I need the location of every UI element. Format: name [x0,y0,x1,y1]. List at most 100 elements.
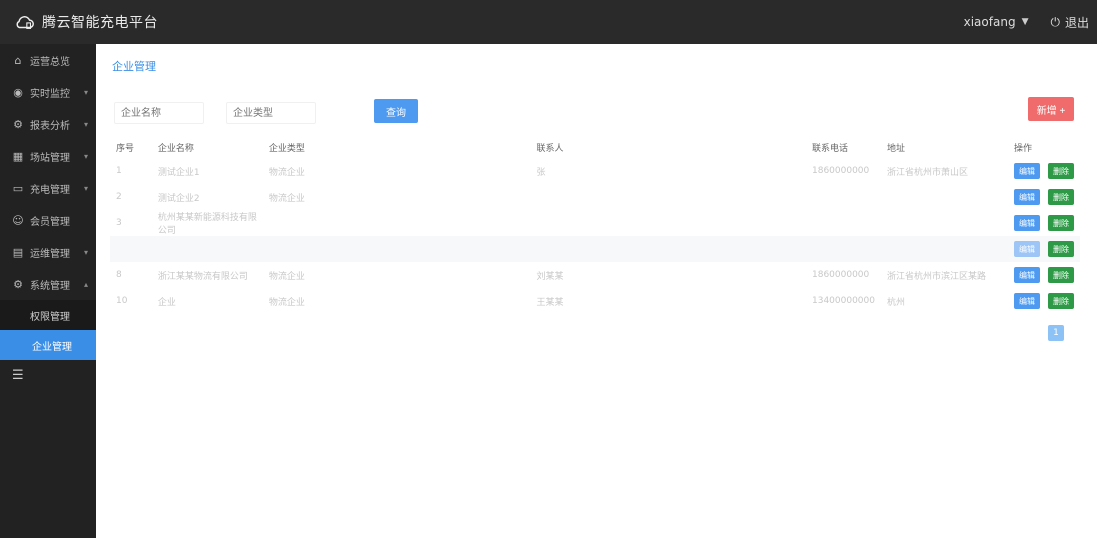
tools-icon: ▤ [12,245,24,259]
cell-no: 10 [116,296,128,306]
cell-ops: 编辑 删除 [1008,210,1080,236]
table-header-row: 序号 企业名称 企业类型 联系人 联系电话 地址 操作 [110,136,1080,158]
cell-ops: 编辑 删除 [1008,288,1080,314]
app-title: 腾云智能充电平台 [42,15,158,31]
cell-type: 物流企业 [268,193,305,204]
cell-type: 物流企业 [268,271,305,282]
edit-button[interactable]: 编辑 [1013,241,1040,257]
enterprise-table: 序号 企业名称 企业类型 联系人 联系电话 地址 操作 1 测试企业1 物流企业… [110,136,1080,314]
table-row: 1 测试企业1 物流企业 张 1860000000 浙江省杭州市萧山区 编辑 删… [110,158,1080,184]
sidebar-item-overview[interactable]: ⌂ 运营总览 [0,44,96,76]
sidebar-item-reports[interactable]: ⚙ 报表分析 ▾ [0,108,96,140]
query-button[interactable]: 查询 [374,99,418,123]
cell-contact [531,184,807,210]
cell-ops: 编辑 删除 [1008,236,1080,262]
cell-type [263,236,531,262]
sidebar-item-label: 系统管理 [30,280,70,292]
cell-no [110,236,152,262]
sidebar-item-stations[interactable]: ▦ 场站管理 ▾ [0,140,96,172]
cell-ops: 编辑 删除 [1008,184,1080,210]
settings-icon: ⚙ [13,117,23,131]
sidebar-subitem-enterprise[interactable]: 企业管理 [0,330,96,360]
column-header: 联系电话 [812,143,849,154]
edit-button[interactable]: 编辑 [1013,267,1040,283]
sidebar-item-members[interactable]: ☺ 会员管理 [0,204,96,236]
sidebar-item-maintenance[interactable]: ▤ 运维管理 ▾ [0,236,96,268]
cell-type [263,210,531,236]
delete-button[interactable]: 删除 [1047,267,1074,283]
add-button[interactable]: 新增 + [1028,97,1074,121]
cell-phone [806,236,881,262]
table-row: 8 浙江某某物流有限公司 物流企业 刘某某 1860000000 浙江省杭州市滨… [110,262,1080,288]
enterprise-name-input[interactable] [114,102,204,124]
home-icon: ⌂ [14,53,22,67]
main-content: 企业管理 查询 新增 + 序号 企业名称 企业类型 联系人 联系电话 地址 操作… [96,44,1097,538]
cell-address: 杭州 [887,297,906,308]
user-menu[interactable]: xiaofang ▼ [964,15,1029,29]
edit-button[interactable]: 编辑 [1013,293,1040,309]
cell-name [152,236,263,262]
edit-button[interactable]: 编辑 [1013,215,1040,231]
cell-contact [531,210,807,236]
cell-name: 浙江某某物流有限公司 [157,271,248,282]
cell-type: 物流企业 [268,297,305,308]
sidebar-subitem-label: 企业管理 [32,341,72,353]
cell-name: 杭州某某新能源科技有限公司 [157,213,257,236]
power-icon: ⏻ [1050,14,1060,29]
cell-phone [806,210,881,236]
edit-button[interactable]: 编辑 [1013,189,1040,205]
cell-name: 企业 [157,297,176,308]
delete-button[interactable]: 删除 [1047,189,1074,205]
logout-button[interactable]: ⏻ 退出 [1050,14,1089,31]
brand: 腾云智能充电平台 [14,11,158,33]
location-icon: ◉ [13,85,23,99]
chevron-up-icon: ▴ [83,279,88,289]
edit-button[interactable]: 编辑 [1013,163,1040,179]
cell-no: 1 [116,166,122,176]
sidebar-item-system[interactable]: ⚙ 系统管理 ▴ [0,268,96,300]
cell-contact: 王某某 [536,297,564,308]
cell-contact: 刘某某 [536,271,564,282]
sidebar-item-label: 运维管理 [30,248,70,260]
chevron-down-icon: ▾ [83,151,88,161]
delete-button[interactable]: 删除 [1047,163,1074,179]
column-header: 企业名称 [157,143,194,154]
sidebar-item-label: 实时监控 [30,88,70,100]
column-header: 操作 [1013,143,1032,154]
header-actions: xiaofang ▼ ⏻ 退出 [964,14,1089,31]
cloud-logo-icon [16,16,34,29]
delete-button[interactable]: 删除 [1047,241,1074,257]
column-header: 地址 [887,143,906,154]
table-row: 3 杭州某某新能源科技有限公司 编辑 删除 [110,210,1080,236]
sidebar-subitem-permissions[interactable]: 权限管理 [0,300,96,330]
cell-address [881,236,1008,262]
sidebar-item-monitor[interactable]: ◉ 实时监控 ▾ [0,76,96,108]
cell-phone: 1860000000 [812,166,870,176]
station-icon: ▦ [12,149,24,163]
enterprise-type-input[interactable] [226,102,316,124]
gear-icon: ⚙ [13,277,23,291]
user-icon: ☺ [12,213,24,227]
table-row: 编辑 删除 [110,236,1080,262]
delete-button[interactable]: 删除 [1047,215,1074,231]
cell-address: 浙江省杭州市萧山区 [887,167,969,178]
cell-contact [531,236,807,262]
menu-collapse-icon[interactable]: ☰ [12,368,26,383]
cell-no: 3 [116,218,122,228]
delete-button[interactable]: 删除 [1047,293,1074,309]
cell-phone [806,184,881,210]
cell-contact: 张 [536,167,546,178]
cell-name: 测试企业1 [157,167,200,178]
cell-no: 2 [116,192,122,202]
pagination-page-button[interactable]: 1 [1048,325,1064,341]
username: xiaofang [963,15,1016,29]
sidebar-item-charging[interactable]: ▭ 充电管理 ▾ [0,172,96,204]
sidebar-item-label: 会员管理 [30,216,70,228]
charge-icon: ▭ [12,181,24,195]
cell-phone: 13400000000 [812,296,875,306]
logout-label: 退出 [1064,15,1089,30]
table-row: 10 企业 物流企业 王某某 13400000000 杭州 编辑 删除 [110,288,1080,314]
sidebar-item-label: 运营总览 [30,56,70,68]
breadcrumb[interactable]: 企业管理 [112,58,156,74]
cell-address: 浙江省杭州市滨江区某路 [887,271,987,282]
